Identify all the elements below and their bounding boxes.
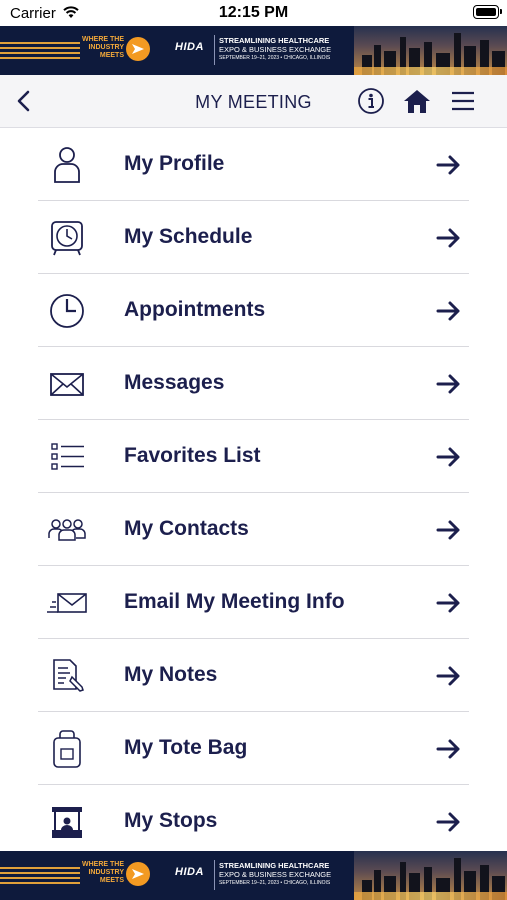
envelope-icon: [50, 373, 84, 396]
navigation-bar: MY MEETING: [0, 75, 507, 128]
hida-logo: HIDA: [175, 41, 204, 53]
back-button[interactable]: [10, 87, 38, 115]
home-button[interactable]: [402, 87, 432, 115]
arrow-logo-icon: [126, 37, 150, 61]
city-skyline-image: [354, 851, 507, 900]
menu-item-label: Favorites List: [124, 444, 261, 467]
banner-tagline: WHERE THE INDUSTRY MEETS: [82, 36, 124, 59]
clock-time: 12:15 PM: [218, 4, 289, 21]
arrow-right-icon: [436, 593, 460, 613]
arrow-right-icon: [436, 666, 460, 686]
city-skyline-image: [354, 26, 507, 75]
group-icon: [48, 519, 86, 541]
menu-item-label: Email My Meeting Info: [124, 590, 345, 613]
arrow-right-icon: [436, 155, 460, 175]
hida-logo: HIDA: [175, 866, 204, 878]
menu-item-appointments[interactable]: Appointments: [0, 274, 507, 347]
banner-divider: [214, 860, 215, 890]
checklist-icon: [51, 443, 84, 470]
status-bar: Carrier 12:15 PM: [0, 0, 507, 26]
arrow-right-icon: [436, 301, 460, 321]
top-banner-ad[interactable]: WHERE THE INDUSTRY MEETS HIDA STREAMLINI…: [0, 26, 507, 75]
event-line-1: STREAMLINING HEALTHCARE: [219, 861, 330, 870]
menu-item-email-my-meeting-info[interactable]: Email My Meeting Info: [0, 566, 507, 639]
notes-icon: [53, 659, 84, 692]
home-icon: [404, 90, 430, 113]
booth-icon: [52, 807, 82, 838]
chevron-left-icon: [17, 90, 30, 112]
arrow-right-icon: [436, 374, 460, 394]
my-meeting-menu: My Profile My Schedule Appointments Mess…: [0, 128, 507, 858]
banner-tagline: WHERE THE INDUSTRY MEETS: [82, 861, 124, 884]
arrow-right-icon: [436, 739, 460, 759]
tote-bag-icon: [53, 730, 81, 768]
info-icon: [358, 88, 384, 114]
menu-item-my-profile[interactable]: My Profile: [0, 128, 507, 201]
menu-item-my-stops[interactable]: My Stops: [0, 785, 507, 858]
menu-item-label: My Tote Bag: [124, 736, 248, 759]
menu-item-label: My Stops: [124, 809, 218, 832]
menu-item-label: My Schedule: [124, 225, 253, 248]
arrow-right-icon: [436, 447, 460, 467]
event-line-2: EXPO & BUSINESS EXCHANGE: [219, 45, 332, 54]
event-line-1: STREAMLINING HEALTHCARE: [219, 36, 330, 45]
arrow-right-icon: [436, 520, 460, 540]
arrow-right-icon: [436, 812, 460, 832]
menu-item-label: Appointments: [124, 298, 266, 321]
alarm-clock-icon: [51, 221, 83, 256]
page-title: MY MEETING: [195, 92, 312, 112]
arrow-right-icon: [436, 228, 460, 248]
menu-item-favorites-list[interactable]: Favorites List: [0, 420, 507, 493]
menu-item-my-schedule[interactable]: My Schedule: [0, 201, 507, 274]
menu-item-my-notes[interactable]: My Notes: [0, 639, 507, 712]
event-line-3: SEPTEMBER 19–21, 2023 • CHICAGO, ILLINOI…: [219, 880, 331, 886]
event-line-2: EXPO & BUSINESS EXCHANGE: [219, 870, 332, 879]
menu-item-my-contacts[interactable]: My Contacts: [0, 493, 507, 566]
send-mail-icon: [47, 593, 87, 613]
menu-item-label: Messages: [124, 371, 225, 394]
menu-item-my-tote-bag[interactable]: My Tote Bag: [0, 712, 507, 785]
banner-divider: [214, 35, 215, 65]
battery-icon: [473, 5, 502, 19]
menu-item-label: My Profile: [124, 152, 225, 175]
event-line-3: SEPTEMBER 19–21, 2023 • CHICAGO, ILLINOI…: [219, 55, 331, 61]
clock-icon: [50, 294, 84, 328]
banner-event-text: STREAMLINING HEALTHCARE EXPO & BUSINESS …: [219, 36, 349, 63]
menu-button[interactable]: [450, 88, 476, 114]
person-icon: [54, 147, 80, 183]
info-button[interactable]: [357, 87, 385, 115]
menu-item-label: My Contacts: [124, 517, 249, 540]
menu-item-label: My Notes: [124, 663, 218, 686]
hamburger-icon: [452, 91, 474, 111]
banner-event-text: STREAMLINING HEALTHCARE EXPO & BUSINESS …: [219, 861, 349, 888]
bottom-banner-ad[interactable]: WHERE THE INDUSTRY MEETS HIDA STREAMLINI…: [0, 851, 507, 900]
arrow-logo-icon: [126, 862, 150, 886]
menu-item-messages[interactable]: Messages: [0, 347, 507, 420]
